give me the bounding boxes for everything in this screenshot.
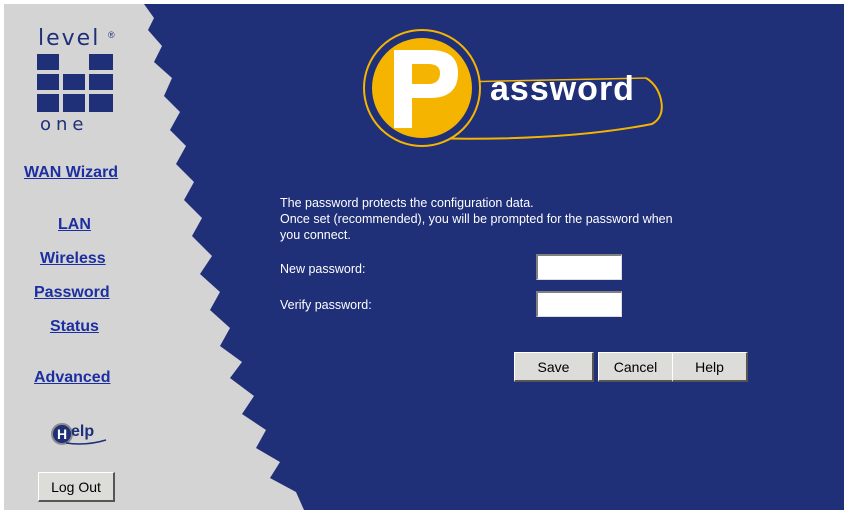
desc-line-3: you connect.: [280, 228, 351, 242]
banner-title: assword: [490, 70, 635, 108]
logo-text-one: one: [40, 114, 89, 135]
verify-password-label: Verify password:: [280, 298, 372, 312]
nav-lan[interactable]: LAN: [58, 216, 91, 234]
levelone-logo: level ® one: [34, 26, 116, 138]
nav-wireless[interactable]: Wireless: [40, 250, 106, 268]
new-password-label: New password:: [280, 262, 366, 276]
save-button[interactable]: Save: [514, 352, 594, 382]
svg-text:H: H: [57, 426, 67, 442]
logo-text-level: level: [38, 26, 101, 51]
new-password-input[interactable]: [536, 254, 622, 280]
nav-wan-wizard[interactable]: WAN Wizard: [24, 164, 118, 182]
nav-password[interactable]: Password: [34, 284, 110, 302]
help-badge-text: elp: [71, 423, 95, 440]
desc-line-1: The password protects the configuration …: [280, 196, 534, 210]
desc-line-2: Once set (recommended), you will be prom…: [280, 212, 673, 226]
registered-mark: ®: [108, 30, 115, 40]
password-description: The password protects the configuration …: [280, 195, 740, 243]
help-action-button[interactable]: Help: [672, 352, 748, 382]
nav-advanced[interactable]: Advanced: [34, 369, 110, 387]
password-banner: P assword: [360, 26, 670, 150]
logout-button[interactable]: Log Out: [38, 472, 115, 502]
cancel-button[interactable]: Cancel: [598, 352, 674, 382]
page-frame: level ® one WAN Wizard LAN Wireless Pass…: [4, 4, 844, 510]
logo-blocks-icon: [37, 54, 113, 112]
help-button[interactable]: H elp: [50, 420, 112, 448]
nav-status[interactable]: Status: [50, 318, 99, 336]
verify-password-input[interactable]: [536, 291, 622, 317]
